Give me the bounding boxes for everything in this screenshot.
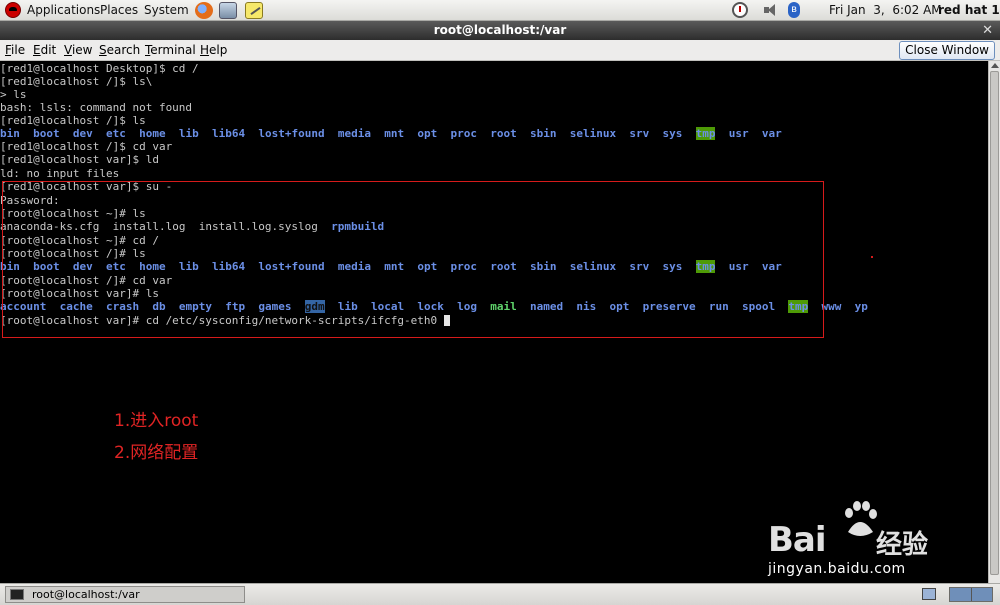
- listing-entry: root: [490, 127, 517, 140]
- listing-entry: www: [821, 300, 842, 313]
- listing-entry: srv: [629, 127, 650, 140]
- listing-entry: media: [337, 127, 371, 140]
- annotation-highlight-box: [2, 181, 824, 338]
- alarm-icon[interactable]: [732, 2, 748, 18]
- redhat-logo-icon[interactable]: [5, 2, 21, 18]
- scroll-up-arrow-icon[interactable]: [991, 63, 999, 68]
- places-menu[interactable]: Places: [100, 3, 138, 17]
- system-menu[interactable]: System: [144, 3, 189, 17]
- listing-entry: dev: [72, 127, 93, 140]
- terminal-line: [red1@localhost /]$ ls\: [0, 75, 153, 88]
- listing-entry: lib: [178, 127, 199, 140]
- close-icon[interactable]: ✕: [982, 21, 993, 40]
- firefox-icon[interactable]: [195, 2, 213, 19]
- annotation-step-2: 2.网络配置: [114, 443, 199, 463]
- baidu-paw-icon: [845, 501, 877, 536]
- listing-entry: bin: [0, 127, 20, 140]
- terminal-icon: [10, 589, 24, 600]
- scrollbar-thumb[interactable]: [990, 71, 999, 575]
- menu-search[interactable]: Search: [99, 43, 140, 57]
- menu-help[interactable]: Help: [200, 43, 227, 57]
- window-title-bar[interactable]: root@localhost:/var ✕: [0, 21, 1000, 40]
- terminal-line: > ls: [0, 88, 27, 101]
- annotation-dot: [871, 256, 873, 258]
- listing-entry: opt: [417, 127, 438, 140]
- terminal-line: [red1@localhost Desktop]$ cd /: [0, 62, 199, 75]
- listing-entry: lib64: [212, 127, 246, 140]
- listing-entry: home: [139, 127, 166, 140]
- listing-entry: selinux: [569, 127, 617, 140]
- workspace-switcher[interactable]: [949, 587, 993, 602]
- watermark-url: jingyan.baidu.com: [768, 561, 906, 577]
- bluetooth-icon[interactable]: ʙ: [788, 2, 800, 18]
- listing-entry: etc: [106, 127, 126, 140]
- annotation-step-1: 1.进入root: [114, 411, 199, 431]
- close-window-button[interactable]: Close Window: [899, 41, 995, 60]
- listing-entry: usr: [728, 127, 749, 140]
- terminal-line: ld: no input files: [0, 167, 120, 180]
- terminal-line: [red1@localhost /]$ cd var: [0, 140, 173, 153]
- terminal-line: [red1@localhost /]$ ls: [0, 114, 146, 127]
- menu-terminal[interactable]: Terminal: [145, 43, 196, 57]
- listing-entry: proc: [450, 127, 477, 140]
- notes-icon[interactable]: [245, 2, 263, 19]
- applications-menu[interactable]: Applications: [27, 3, 100, 17]
- menu-view[interactable]: View: [64, 43, 92, 57]
- user-menu[interactable]: red hat 1: [938, 3, 1000, 17]
- window-title: root@localhost:/var: [433, 23, 567, 37]
- clock[interactable]: Fri Jan 3, 6:02 AM: [829, 3, 942, 17]
- menu-file[interactable]: File: [5, 43, 25, 57]
- menu-edit[interactable]: Edit: [33, 43, 56, 57]
- bottom-taskbar: root@localhost:/var: [0, 583, 1000, 605]
- listing-entry: sbin: [529, 127, 557, 140]
- terminal-line: [red1@localhost var]$ ld: [0, 153, 159, 166]
- network-icon[interactable]: [219, 2, 237, 19]
- listing-entry: yp: [854, 300, 868, 313]
- menu-bar: File Edit View Search Terminal Help Clos…: [0, 40, 1000, 61]
- taskbar-window-button[interactable]: root@localhost:/var: [5, 586, 245, 603]
- listing-entry: var: [761, 127, 782, 140]
- listing-entry: sys: [662, 127, 683, 140]
- listing-entry: lost+found: [258, 127, 325, 140]
- listing-entry: tmp: [695, 127, 716, 140]
- root-listing: bin boot dev etc home lib lib64 lost+fou…: [0, 127, 782, 140]
- terminal-scrollbar[interactable]: [988, 61, 1000, 583]
- volume-icon[interactable]: [762, 2, 778, 18]
- top-panel: Applications Places System ʙ Fri Jan 3, …: [0, 0, 1000, 21]
- listing-entry: mnt: [384, 127, 405, 140]
- terminal-line: bash: lsls: command not found: [0, 101, 193, 114]
- listing-entry: boot: [33, 127, 60, 140]
- baidu-watermark-logo: Bai 经验: [768, 500, 948, 560]
- show-desktop-icon[interactable]: [922, 588, 936, 600]
